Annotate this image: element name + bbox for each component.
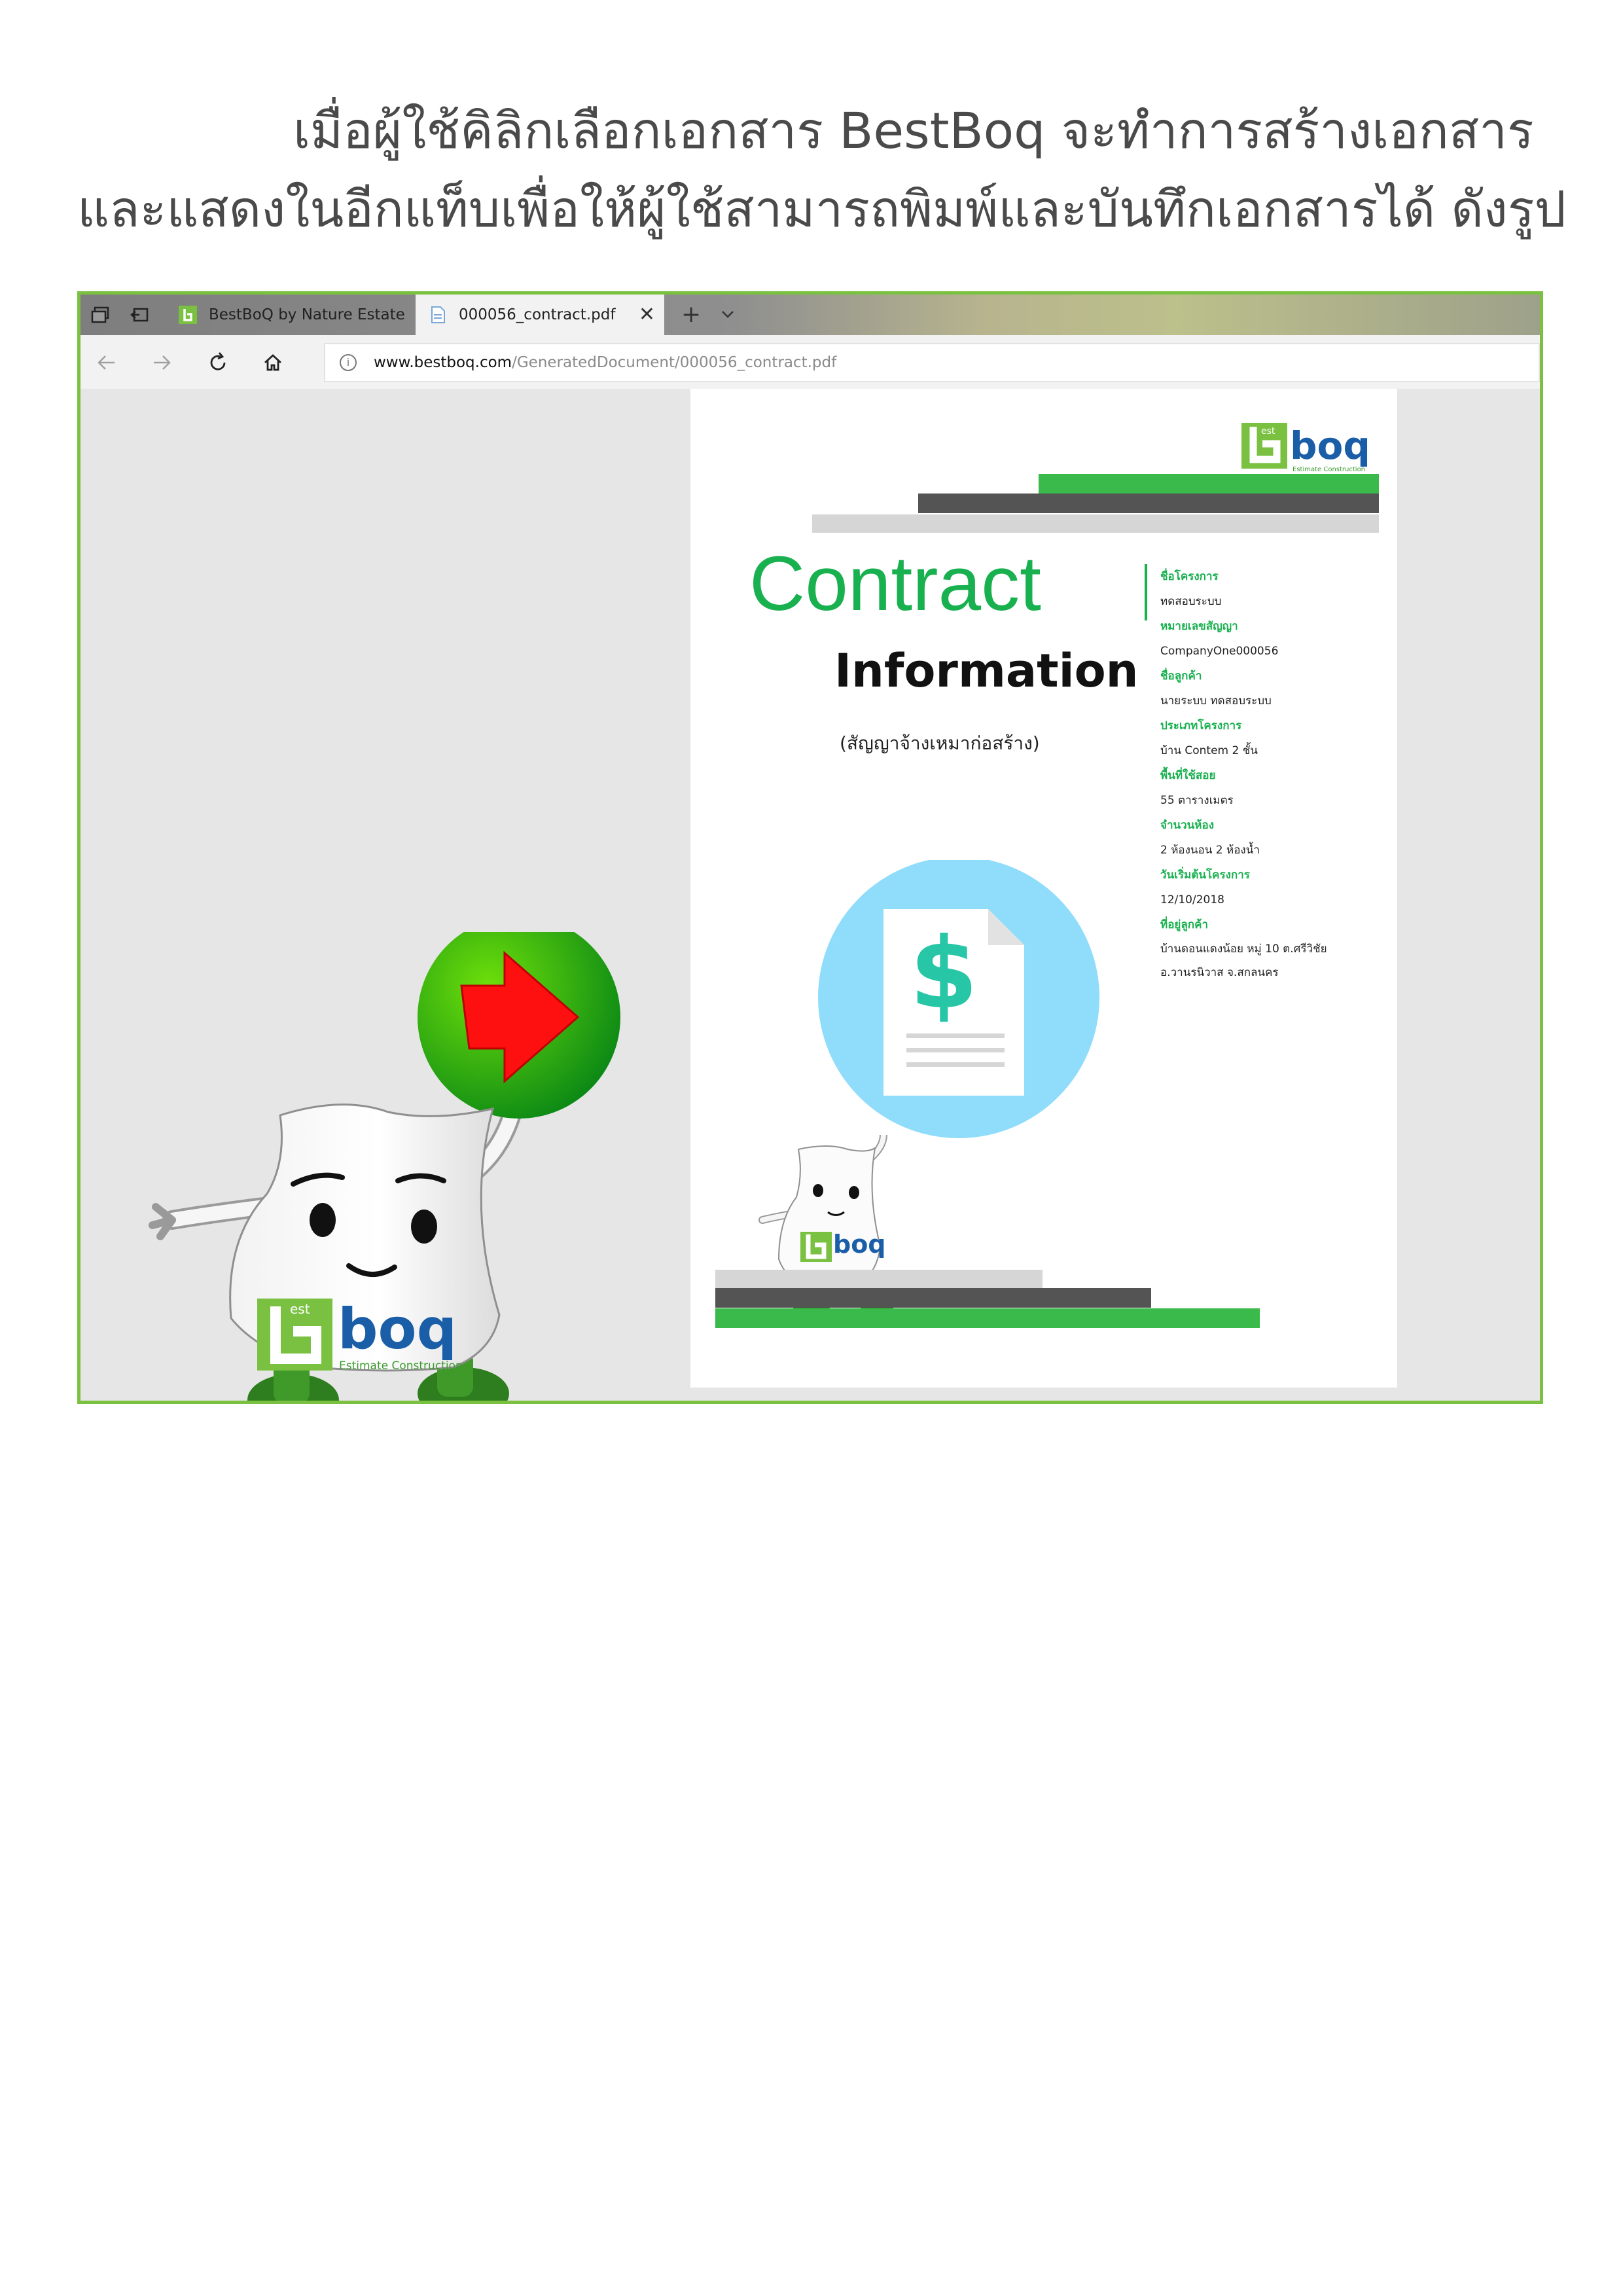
field-value: ทดสอบระบบ (1160, 595, 1222, 608)
svg-text:Estimate Construction: Estimate Construction (1293, 466, 1365, 473)
field-label: จำนวนห้อง (1160, 819, 1215, 832)
tab-contract-pdf[interactable]: 000056_contract.pdf ✕ (416, 295, 664, 335)
bestboq-logo-image: est boq Estimate Construction (1241, 423, 1370, 473)
svg-text:est: est (1261, 426, 1275, 437)
field-label: หมายเลขสัญญา (1160, 620, 1238, 633)
back-arrow-icon[interactable] (94, 350, 120, 376)
dark-stripe (715, 1288, 1151, 1308)
field-value: 55 ตารางเมตร (1160, 794, 1234, 807)
tab-label: 000056_contract.pdf (459, 306, 616, 323)
intro-line-2: และแสดงในอีกแท็บเพื่อให้ผู้ใช้สามารถพิมพ… (77, 180, 1566, 238)
svg-text:Estimate Construction: Estimate Construction (339, 1359, 463, 1372)
green-stripe (715, 1308, 1260, 1328)
field-value: 2 ห้องนอน 2 ห้องน้ำ (1160, 844, 1260, 857)
field-label: ประเภทโครงการ (1160, 719, 1242, 732)
document-title-information: Information (834, 644, 1139, 698)
pdf-file-icon (431, 306, 445, 323)
address-bar[interactable]: i www.bestboq.com/GeneratedDocument/0000… (324, 343, 1540, 382)
field-value: CompanyOne000056 (1160, 645, 1279, 658)
intro-line-1: เมื่อผู้ใช้คิลิกเลือกเอกสาร BestBoq จะทำ… (293, 101, 1534, 160)
pdf-viewer[interactable]: est boq Estimate Construction est boq Es… (80, 389, 1540, 1401)
bestboq-favicon-icon (179, 306, 197, 324)
forward-arrow-icon[interactable] (149, 350, 175, 376)
field-value: บ้านดอนแดงน้อย หมู่ 10 ต.ศรีวิชัย (1160, 942, 1327, 956)
field-value: อ.วานรนิวาส จ.สกลนคร (1160, 966, 1279, 979)
new-tab-icon[interactable]: + (681, 301, 701, 328)
tab-label: BestBoQ by Nature Estate (209, 306, 405, 323)
accent-line (1145, 564, 1147, 620)
info-icon[interactable]: i (340, 354, 357, 371)
field-value: 12/10/2018 (1160, 893, 1224, 906)
refresh-icon[interactable] (205, 350, 231, 376)
document-title-contract: Contract (749, 541, 1041, 627)
document-dollar-icon: $ (818, 860, 1099, 1138)
svg-text:est: est (290, 1301, 310, 1317)
field-label: ชื่อโครงการ (1160, 570, 1219, 583)
browser-window: BestBoQ by Nature Estate 000056_contract… (77, 291, 1543, 1404)
pdf-page: est boq Estimate Construction Contract I… (690, 389, 1397, 1388)
field-label: ที่อยู่ลูกค้า (1160, 918, 1209, 931)
field-label: วันเริ่มต้นโครงการ (1160, 869, 1250, 882)
url-host: www.bestboq.com (374, 354, 512, 371)
url-path: /GeneratedDocument/000056_contract.pdf (512, 354, 837, 371)
field-value: นายระบบ ทดสอบระบบ (1160, 694, 1272, 708)
close-tab-icon[interactable]: ✕ (639, 303, 655, 326)
svg-text:boq: boq (833, 1230, 886, 1259)
svg-text:$: $ (910, 917, 978, 1031)
light-stripe (715, 1270, 1043, 1288)
home-icon[interactable] (260, 350, 286, 376)
set-aside-tabs-icon[interactable] (130, 306, 149, 323)
navigation-bar: i www.bestboq.com/GeneratedDocument/0000… (80, 335, 1540, 389)
green-stripe (1039, 474, 1379, 493)
title-bar: BestBoQ by Nature Estate 000056_contract… (80, 295, 1540, 335)
intro-text: เมื่อผู้ใช้คิลิกเลือกเอกสาร BestBoq จะทำ… (77, 92, 1566, 249)
field-label: พื้นที่ใช้สอย (1160, 769, 1216, 782)
field-label: ชื่อลูกค้า (1160, 670, 1202, 683)
light-stripe (812, 514, 1379, 533)
field-value: บ้าน Contem 2 ชั้น (1160, 744, 1258, 757)
svg-text:boq: boq (338, 1297, 457, 1362)
chevron-down-icon[interactable] (719, 305, 737, 323)
contract-info-list: ชื่อโครงการ ทดสอบระบบ หมายเลขสัญญา Compa… (1160, 564, 1383, 984)
bestboq-mascot-image: est boq Estimate Construction (149, 932, 620, 1401)
svg-text:boq: boq (1290, 423, 1370, 468)
document-subtitle: (สัญญาจ้างเหมาก่อสร้าง) (840, 732, 1040, 754)
dark-stripe (918, 493, 1379, 513)
tab-manager-icon[interactable] (91, 306, 109, 323)
